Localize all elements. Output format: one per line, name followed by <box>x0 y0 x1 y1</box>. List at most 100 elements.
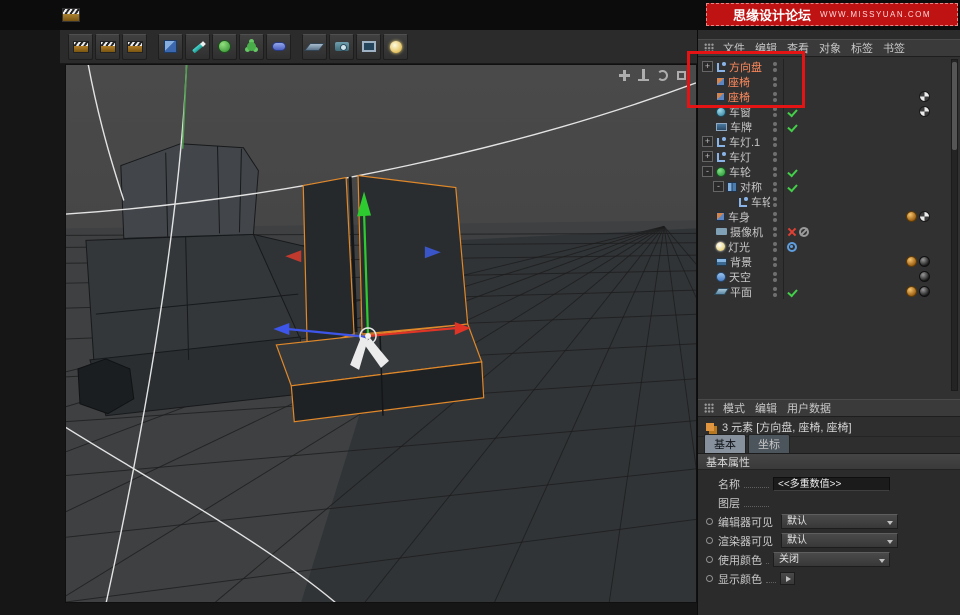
name-input[interactable]: <<多重数值>> <box>773 477 890 491</box>
phong-tag[interactable] <box>906 256 917 267</box>
pan-icon[interactable] <box>618 69 631 82</box>
check-tag[interactable] <box>787 287 798 297</box>
texture-dark-tag[interactable] <box>919 271 930 282</box>
pen-button[interactable] <box>185 34 210 60</box>
tree-toggle[interactable]: - <box>702 166 713 177</box>
check-tag[interactable] <box>787 107 798 117</box>
tree-toggle[interactable]: + <box>702 136 713 147</box>
object-row[interactable]: 背景 <box>698 254 960 269</box>
texture-dark-tag[interactable] <box>919 286 930 297</box>
visibility-dots[interactable] <box>770 254 784 269</box>
object-row[interactable]: -车轮 <box>698 164 960 179</box>
om-menu-书签[interactable]: 书签 <box>878 40 910 56</box>
symmetry-icon <box>727 182 737 192</box>
om-menu-查看[interactable]: 查看 <box>782 40 814 56</box>
redx-tag[interactable] <box>787 227 797 237</box>
check-tag[interactable] <box>787 182 798 192</box>
tree-toggle[interactable]: + <box>702 61 713 72</box>
om-menu-标签[interactable]: 标签 <box>846 40 878 56</box>
visibility-dots[interactable] <box>770 269 784 284</box>
slash-tag[interactable] <box>799 227 809 237</box>
seat-object[interactable] <box>276 176 483 422</box>
object-row[interactable]: 天空 <box>698 269 960 284</box>
object-row[interactable]: 车窗 <box>698 104 960 119</box>
light-button[interactable] <box>383 34 408 60</box>
object-row[interactable]: 车牌 <box>698 119 960 134</box>
object-row[interactable]: 座椅 <box>698 74 960 89</box>
viewport-canvas[interactable] <box>66 65 696 602</box>
tree-toggle[interactable]: + <box>702 151 713 162</box>
visibility-dots[interactable] <box>770 119 784 134</box>
object-row[interactable]: -对称 <box>698 179 960 194</box>
tree-toggle[interactable]: - <box>713 181 724 192</box>
tab-坐标[interactable]: 坐标 <box>748 434 790 453</box>
visibility-dots[interactable] <box>770 74 784 89</box>
visibility-dots[interactable] <box>770 194 784 209</box>
om-menu-文件[interactable]: 文件 <box>718 40 750 56</box>
deformer-button[interactable] <box>266 34 291 60</box>
visibility-dots[interactable] <box>770 89 784 104</box>
visibility-dots[interactable] <box>770 209 784 224</box>
tab-基本[interactable]: 基本 <box>704 434 746 453</box>
grid-handle-icon[interactable] <box>704 43 714 53</box>
keyframe-circle[interactable] <box>706 537 713 544</box>
visibility-dots[interactable] <box>770 239 784 254</box>
rotate-icon[interactable] <box>656 69 669 82</box>
texture-tag[interactable] <box>919 106 930 117</box>
render-view-button[interactable] <box>68 34 93 60</box>
object-row[interactable]: 灯光 <box>698 239 960 254</box>
texture-tag[interactable] <box>919 211 930 222</box>
dropdown[interactable]: 关闭 <box>773 552 890 567</box>
object-label: 车身 <box>728 209 750 225</box>
phong-tag[interactable] <box>906 211 917 222</box>
object-row[interactable]: +车灯 <box>698 149 960 164</box>
maximize-icon[interactable] <box>675 69 688 82</box>
dropdown[interactable]: 默认 <box>781 514 898 529</box>
check-tag[interactable] <box>787 122 798 132</box>
display-button[interactable] <box>356 34 381 60</box>
visibility-dots[interactable] <box>770 164 784 179</box>
object-row[interactable]: 座椅 <box>698 89 960 104</box>
om-scroll-thumb[interactable] <box>952 62 957 150</box>
object-row[interactable]: 平面 <box>698 284 960 299</box>
am-menu-编辑[interactable]: 编辑 <box>750 400 782 416</box>
phong-tag[interactable] <box>906 286 917 297</box>
object-row[interactable]: 摄像机 <box>698 224 960 239</box>
om-menu-对象[interactable]: 对象 <box>814 40 846 56</box>
subdivide-button[interactable] <box>212 34 237 60</box>
visibility-dots[interactable] <box>770 134 784 149</box>
om-menu-items: 文件编辑查看对象标签书签 <box>718 40 910 56</box>
object-row[interactable]: 车轮 <box>698 194 960 209</box>
visibility-dots[interactable] <box>770 149 784 164</box>
om-scrollbar[interactable] <box>951 59 958 391</box>
grid-handle-icon[interactable] <box>704 403 714 413</box>
keyframe-circle[interactable] <box>706 575 713 582</box>
texture-tag[interactable] <box>919 91 930 102</box>
texture-dark-tag[interactable] <box>919 256 930 267</box>
object-row[interactable]: +车灯.1 <box>698 134 960 149</box>
dolly-icon[interactable] <box>637 69 650 82</box>
render-settings-button[interactable] <box>95 34 120 60</box>
expand-button[interactable] <box>780 572 795 585</box>
floor-button[interactable] <box>302 34 327 60</box>
object-row[interactable]: 车身 <box>698 209 960 224</box>
target-tag[interactable] <box>787 242 797 252</box>
keyframe-circle[interactable] <box>706 518 713 525</box>
am-menu-用户数据[interactable]: 用户数据 <box>782 400 836 416</box>
om-menu-编辑[interactable]: 编辑 <box>750 40 782 56</box>
visibility-dots[interactable] <box>770 224 784 239</box>
render-team-button[interactable] <box>122 34 147 60</box>
object-row[interactable]: +方向盘 <box>698 59 960 74</box>
am-menu-模式[interactable]: 模式 <box>718 400 750 416</box>
visibility-dots[interactable] <box>770 284 784 299</box>
visibility-dots[interactable] <box>770 104 784 119</box>
keyframe-circle[interactable] <box>706 556 713 563</box>
visibility-dots[interactable] <box>770 179 784 194</box>
mograph-button[interactable] <box>239 34 264 60</box>
visibility-dots[interactable] <box>770 59 784 74</box>
viewport[interactable] <box>65 64 697 603</box>
check-tag[interactable] <box>787 167 798 177</box>
cube-button[interactable] <box>158 34 183 60</box>
camera-button[interactable] <box>329 34 354 60</box>
dropdown[interactable]: 默认 <box>781 533 898 548</box>
